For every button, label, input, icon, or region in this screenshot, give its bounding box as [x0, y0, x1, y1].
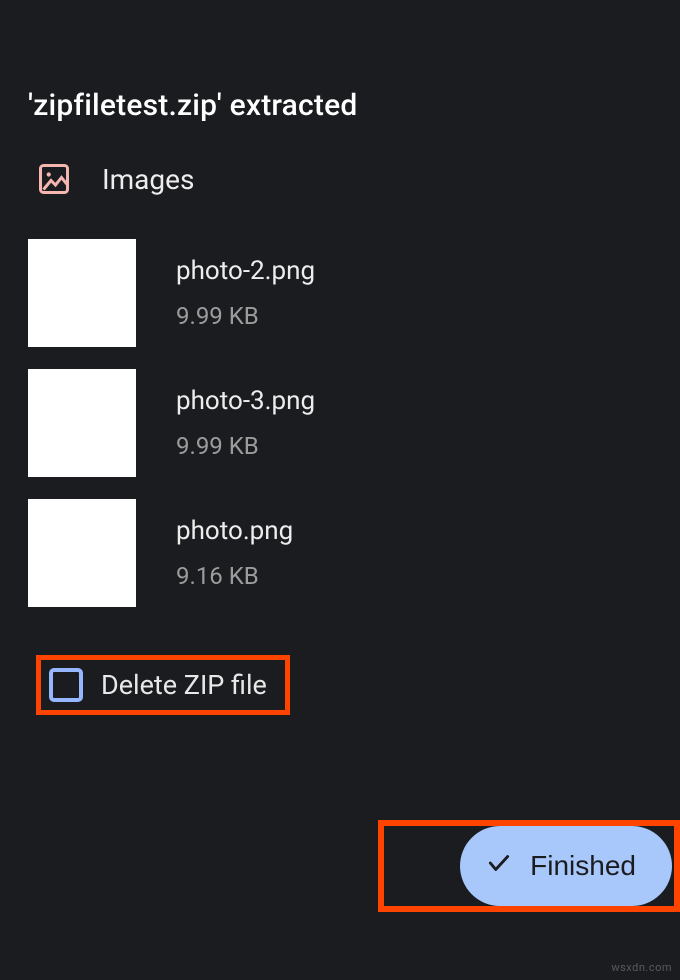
file-size: 9.99 KB — [176, 432, 315, 460]
section-label: Images — [102, 163, 194, 196]
file-size: 9.99 KB — [176, 302, 315, 330]
file-thumbnail — [28, 239, 136, 347]
list-item[interactable]: photo.png 9.16 KB — [28, 499, 652, 607]
file-name: photo-3.png — [176, 386, 315, 416]
file-size: 9.16 KB — [176, 562, 293, 590]
checkbox-icon[interactable] — [49, 668, 83, 702]
file-thumbnail — [28, 369, 136, 477]
watermark: wsxdn.com — [611, 961, 672, 974]
file-name: photo-2.png — [176, 256, 315, 286]
file-list: photo-2.png 9.99 KB photo-3.png 9.99 KB … — [0, 239, 680, 607]
file-name: photo.png — [176, 516, 293, 546]
list-item[interactable]: photo-2.png 9.99 KB — [28, 239, 652, 347]
delete-zip-label: Delete ZIP file — [101, 669, 267, 701]
file-thumbnail — [28, 499, 136, 607]
finished-button[interactable]: Finished — [460, 826, 672, 906]
finished-label: Finished — [530, 850, 636, 882]
section-header: Images — [0, 147, 680, 239]
check-icon — [486, 850, 512, 883]
list-item[interactable]: photo-3.png 9.99 KB — [28, 369, 652, 477]
image-icon — [36, 161, 72, 197]
page-title: 'zipfiletest.zip' extracted — [0, 0, 680, 147]
delete-zip-option[interactable]: Delete ZIP file — [36, 655, 290, 715]
